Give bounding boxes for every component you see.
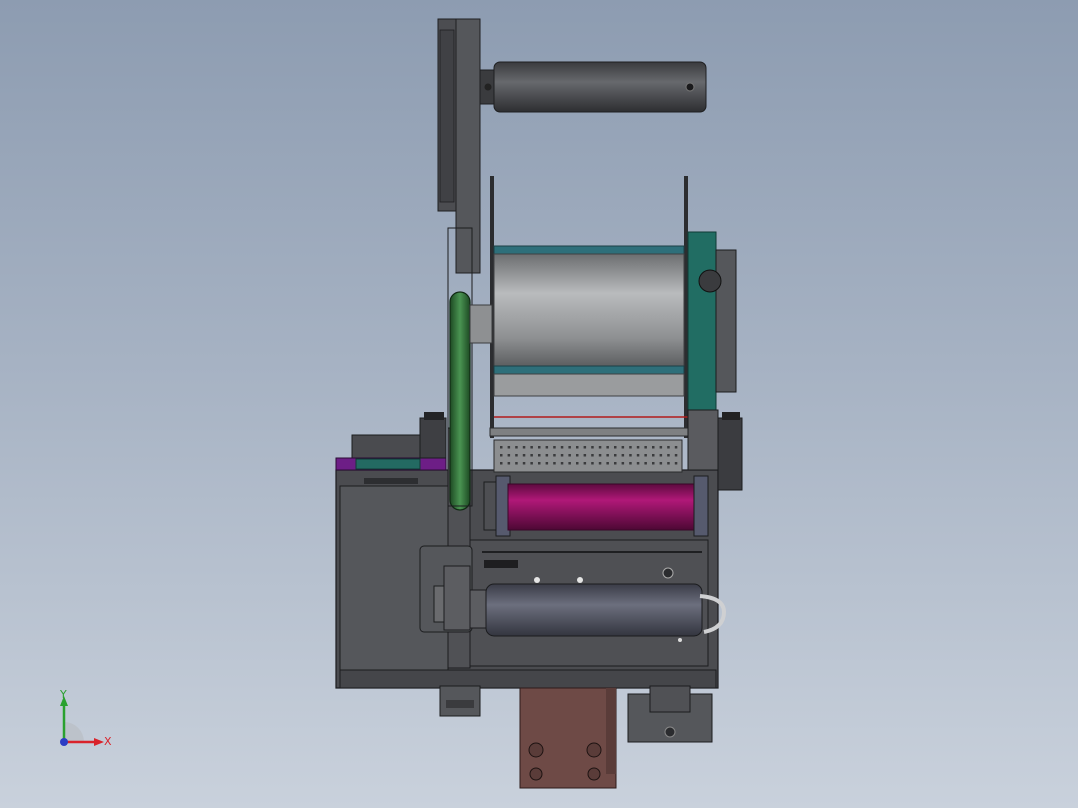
perforation-dot — [515, 446, 518, 449]
magenta-roller[interactable] — [483, 475, 709, 537]
perforation-dot — [614, 446, 617, 449]
perforation-dot — [560, 446, 564, 449]
perforation-dot — [614, 454, 617, 457]
perforation-dot — [606, 446, 609, 449]
x-axis-label: X — [104, 735, 112, 748]
perforation-dot — [629, 454, 632, 457]
perforation-dot — [606, 462, 609, 465]
labeling-machine-model[interactable] — [0, 0, 1078, 808]
perforation-dot — [583, 446, 587, 449]
perforation-dot — [591, 454, 594, 457]
axis-triad: Y X — [59, 688, 112, 748]
bottom-roller[interactable] — [469, 583, 727, 642]
perforation-dot — [621, 462, 625, 465]
perforation-dot — [652, 446, 655, 449]
perforation-dot — [667, 454, 670, 457]
perforation-dot — [591, 462, 594, 465]
perforation-dot — [500, 446, 503, 449]
perforation-dot — [553, 446, 556, 449]
perforation-dot — [522, 446, 526, 449]
perforation-dot — [568, 454, 571, 457]
perforation-dot — [538, 454, 541, 457]
perforation-dot — [644, 446, 647, 449]
perforation-dot — [507, 462, 511, 465]
perforation-dot — [500, 454, 503, 457]
perforation-dot — [644, 462, 647, 465]
perforation-dot — [598, 454, 602, 457]
perforation-dot — [636, 462, 640, 465]
perforation-dot — [576, 462, 579, 465]
perforation-dot — [667, 462, 670, 465]
upper-side-plate[interactable] — [437, 18, 481, 274]
perforation-dot — [583, 454, 587, 457]
perforation-dot — [576, 446, 579, 449]
perforation-dot — [500, 462, 503, 465]
perforation-dot — [636, 446, 640, 449]
perforation-dot — [530, 454, 533, 457]
perforation-dot — [629, 462, 632, 465]
perforation-dot — [538, 446, 541, 449]
perforation-dot — [545, 446, 549, 449]
drum-hub[interactable] — [687, 231, 737, 415]
perforation-dot — [621, 446, 625, 449]
left-sensor-block[interactable] — [419, 412, 447, 459]
bottom-bracket[interactable] — [519, 687, 617, 789]
perforation-dot — [644, 454, 647, 457]
perforation-dot — [553, 462, 556, 465]
perforation-dot — [538, 462, 541, 465]
perforation-dot — [659, 454, 663, 457]
perforation-dot — [674, 462, 678, 465]
perforation-dot — [659, 462, 663, 465]
perforation-dot — [530, 446, 533, 449]
z-axis-icon — [60, 738, 68, 746]
perforation-dot — [598, 462, 602, 465]
perforation-dot — [621, 454, 625, 457]
perforation-dot — [674, 454, 678, 457]
perforation-dot — [568, 446, 571, 449]
perforation-dot — [553, 454, 556, 457]
guide-plate[interactable] — [489, 427, 691, 473]
right-foot[interactable] — [627, 685, 713, 743]
left-foot[interactable] — [439, 685, 481, 717]
perforation-dot — [659, 446, 663, 449]
perforation-dot — [545, 454, 549, 457]
perforation-dot — [583, 462, 587, 465]
perforation-dot — [522, 454, 526, 457]
perforation-dot — [576, 454, 579, 457]
perforation-dot — [606, 454, 609, 457]
perforation-dot — [560, 454, 564, 457]
perforation-dot — [530, 462, 533, 465]
perforation-dot — [515, 462, 518, 465]
perforation-dot — [545, 462, 549, 465]
perforation-dot — [652, 454, 655, 457]
perforation-dot — [507, 446, 511, 449]
perforation-dot — [568, 462, 571, 465]
perforation-dot — [507, 454, 511, 457]
perforation-dot — [636, 454, 640, 457]
perforation-dot — [522, 462, 526, 465]
cad-viewport[interactable]: Y X — [0, 0, 1078, 808]
perforation-dot — [598, 446, 602, 449]
lower-left-bracket[interactable] — [419, 545, 473, 633]
perforation-dot — [560, 462, 564, 465]
perforation-dot — [667, 446, 670, 449]
perforation-dot — [515, 454, 518, 457]
perforation-dot — [652, 462, 655, 465]
top-roller[interactable] — [479, 61, 707, 113]
perforation-dot — [674, 446, 678, 449]
label-drum[interactable] — [469, 176, 688, 438]
y-axis-label: Y — [59, 688, 67, 701]
perforation-dot — [629, 446, 632, 449]
perforation-dot — [591, 446, 594, 449]
perforation-dot — [614, 462, 617, 465]
